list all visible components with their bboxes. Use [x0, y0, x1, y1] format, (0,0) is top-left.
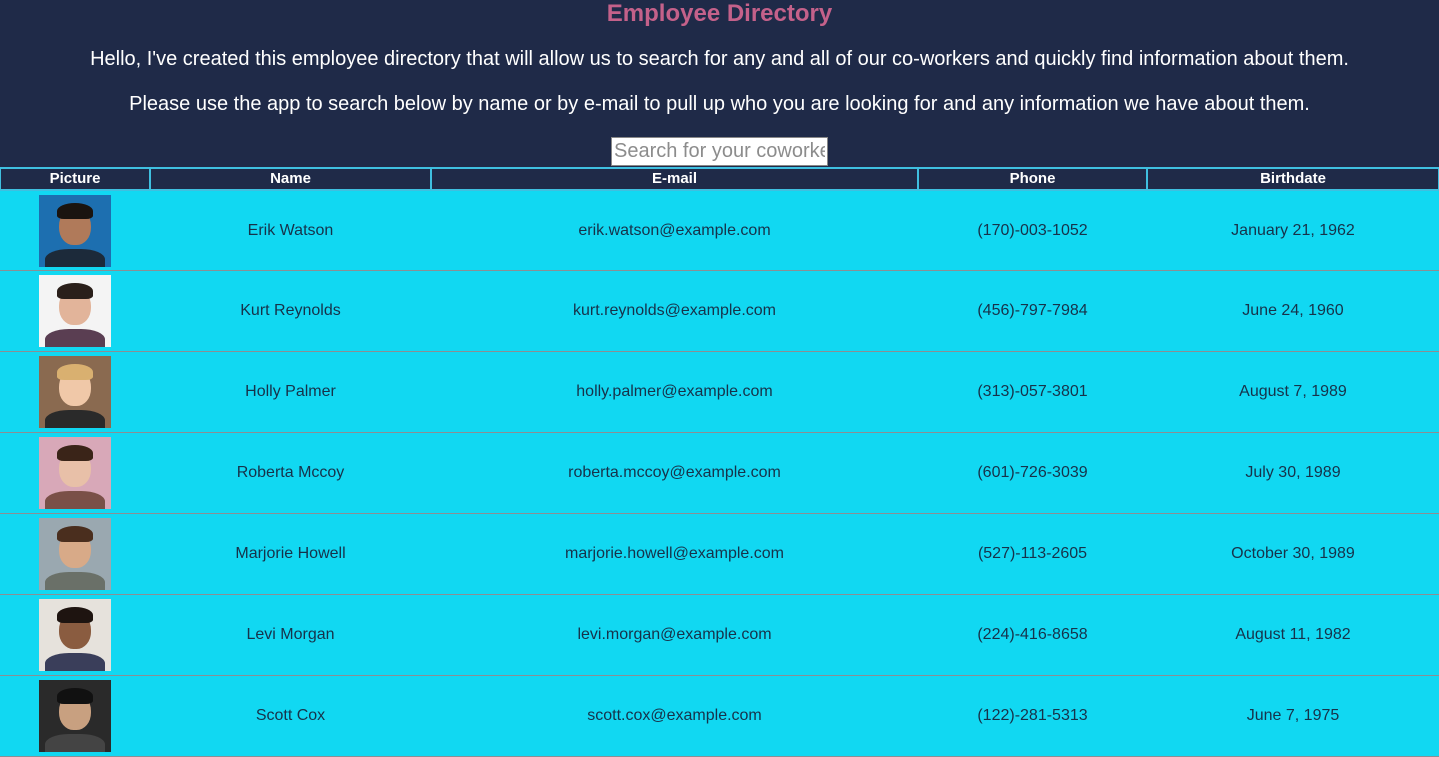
avatar: [39, 437, 111, 509]
phone-cell: (170)-003-1052: [918, 191, 1147, 271]
column-header-picture[interactable]: Picture: [0, 167, 150, 191]
table-row: Erik Watson erik.watson@example.com (170…: [0, 191, 1439, 271]
name-cell: Marjorie Howell: [150, 514, 431, 595]
birthdate-cell: October 30, 1989: [1147, 514, 1439, 595]
column-header-birthdate[interactable]: Birthdate: [1147, 167, 1439, 191]
email-cell: holly.palmer@example.com: [431, 352, 918, 433]
phone-cell: (224)-416-8658: [918, 595, 1147, 676]
name-cell: Levi Morgan: [150, 595, 431, 676]
picture-cell: [0, 514, 150, 595]
picture-cell: [0, 191, 150, 271]
table-header-row: Picture Name E-mail Phone Birthdate: [0, 167, 1439, 191]
table-row: Levi Morgan levi.morgan@example.com (224…: [0, 595, 1439, 676]
email-cell: marjorie.howell@example.com: [431, 514, 918, 595]
name-cell: Kurt Reynolds: [150, 271, 431, 352]
email-cell: roberta.mccoy@example.com: [431, 433, 918, 514]
name-cell: Holly Palmer: [150, 352, 431, 433]
column-header-name[interactable]: Name: [150, 167, 431, 191]
picture-cell: [0, 433, 150, 514]
birthdate-cell: January 21, 1962: [1147, 191, 1439, 271]
employee-table: Picture Name E-mail Phone Birthdate Erik…: [0, 167, 1439, 757]
email-cell: erik.watson@example.com: [431, 191, 918, 271]
intro-text-line-1: Hello, I've created this employee direct…: [90, 48, 1349, 70]
picture-cell: [0, 595, 150, 676]
table-row: Roberta Mccoy roberta.mccoy@example.com …: [0, 433, 1439, 514]
birthdate-cell: July 30, 1989: [1147, 433, 1439, 514]
avatar: [39, 356, 111, 428]
phone-cell: (601)-726-3039: [918, 433, 1147, 514]
column-header-email[interactable]: E-mail: [431, 167, 918, 191]
avatar: [39, 680, 111, 752]
table-row: Holly Palmer holly.palmer@example.com (3…: [0, 352, 1439, 433]
phone-cell: (313)-057-3801: [918, 352, 1147, 433]
picture-cell: [0, 352, 150, 433]
birthdate-cell: June 24, 1960: [1147, 271, 1439, 352]
column-header-phone[interactable]: Phone: [918, 167, 1147, 191]
page-header: Employee Directory Hello, I've created t…: [0, 0, 1439, 167]
avatar: [39, 275, 111, 347]
avatar: [39, 599, 111, 671]
phone-cell: (456)-797-7984: [918, 271, 1147, 352]
avatar: [39, 518, 111, 590]
picture-cell: [0, 271, 150, 352]
email-cell: levi.morgan@example.com: [431, 595, 918, 676]
intro-text-line-2: Please use the app to search below by na…: [129, 93, 1310, 115]
avatar: [39, 194, 111, 267]
table-row: Marjorie Howell marjorie.howell@example.…: [0, 514, 1439, 595]
page-title: Employee Directory: [606, 0, 833, 27]
name-cell: Roberta Mccoy: [150, 433, 431, 514]
search-input[interactable]: [611, 137, 828, 166]
email-cell: kurt.reynolds@example.com: [431, 271, 918, 352]
phone-cell: (527)-113-2605: [918, 514, 1147, 595]
name-cell: Erik Watson: [150, 191, 431, 271]
table-row: Kurt Reynolds kurt.reynolds@example.com …: [0, 271, 1439, 352]
birthdate-cell: August 11, 1982: [1147, 595, 1439, 676]
birthdate-cell: August 7, 1989: [1147, 352, 1439, 433]
